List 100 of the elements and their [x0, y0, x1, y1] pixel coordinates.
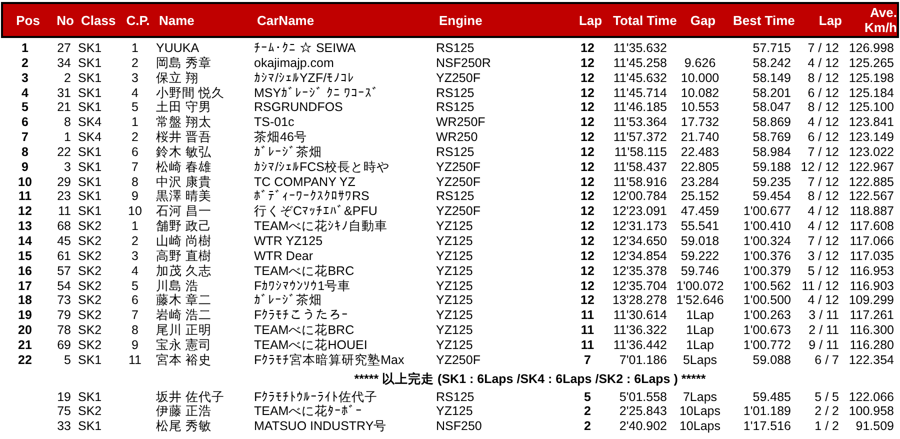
table-cell-text: SK1 [77, 41, 103, 56]
table-cell-text: 122.885 [848, 174, 895, 190]
table-cell-text: 21 [56, 100, 72, 116]
table-cell-text: 12'34.854 [611, 248, 668, 264]
table-cell-text: 6 / 7 [814, 352, 840, 368]
table-cell-text: SK1 [77, 100, 103, 116]
table-cell-text: 11 [128, 352, 142, 368]
table-cell-text: 川島 浩 [155, 278, 200, 294]
table-cell-text: 岡島 秀章 [155, 56, 212, 71]
table-cell-text: 7 [20, 130, 30, 145]
table-cell-text: RSGRUNDFOS [253, 100, 344, 116]
table-cell-text: 1'01.189 [742, 404, 792, 420]
table-cell-text: 5 [130, 278, 140, 294]
table-cell-text: 12'34.650 [611, 234, 668, 249]
table-cell-text: 8 [130, 323, 140, 338]
table-cell-text: 1'00.324 [742, 234, 792, 249]
table-cell-text: 12'31.173 [611, 219, 668, 234]
table-cell-text: 鈴木 敏弘 [155, 144, 212, 160]
table-cell-text: 12 [580, 160, 596, 175]
table-cell-text: RS125 [435, 144, 476, 160]
table-cell-text: 117.066 [848, 234, 895, 249]
table-cell-text: MSYｶﾞﾚｰｼﾞ ｸﾆ ﾜｺｰｽﾞ [253, 86, 380, 100]
table-cell-text: 47.459 [680, 204, 720, 220]
table-cell-text: 加茂 久志 [155, 264, 212, 278]
table-cell-text: Fｸﾗﾓﾁ宮本暗算研究塾Max [253, 352, 406, 368]
table-cell-text: 1 [130, 41, 140, 56]
table-cell-text: 1'00.263 [742, 308, 792, 324]
table-cell-text: 保立 翔 [155, 70, 200, 86]
table-cell-text: 59.188 [752, 160, 792, 175]
table-cell-text: 桜井 晋吾 [155, 130, 212, 145]
table-cell-text: 2 [130, 234, 140, 249]
table-cell-text: 31 [56, 86, 72, 100]
table-cell-text: 116.280 [848, 338, 895, 353]
table-cell-text: 125.100 [848, 100, 895, 116]
table-cell-text: 伊藤 正浩 [155, 404, 212, 420]
table-cell-text: 2 [130, 130, 140, 145]
table-cell-text: 3 [130, 248, 140, 264]
table-cell-text: 6 [130, 144, 140, 160]
table-cell-text: 4 / 12 [806, 219, 840, 234]
table-cell-text: 8 [63, 115, 72, 130]
table-cell-text: 20 [17, 323, 33, 338]
table-cell-text: 12 [580, 189, 596, 204]
table-cell-text: RS125 [435, 189, 476, 204]
table-cell-text: 6 [20, 115, 30, 130]
table-cell-text: 2 [63, 70, 72, 86]
table-cell-text: RS125 [435, 86, 476, 100]
table-cell-text: 8 / 12 [806, 189, 840, 204]
table-cell-text: 15 [17, 248, 33, 264]
table-cell-text: 12 [580, 248, 596, 264]
table-cell-text: 54 [56, 278, 72, 294]
table-cell-text: 12 [580, 41, 596, 56]
table-cell-text: 12 / 12 [800, 160, 840, 175]
table-cell-text: 19 [56, 390, 72, 404]
table-cell-text: 中沢 康貴 [155, 174, 212, 190]
table-cell-text: 122.567 [848, 189, 895, 204]
table-cell-text: YZ125 [435, 248, 474, 264]
table-cell-text: 14 [17, 234, 33, 249]
table-cell-text: 122.967 [848, 160, 895, 175]
table-cell-text: 1 [130, 219, 140, 234]
table-cell-text: 5 / 12 [806, 264, 840, 278]
table-cell-text: 12 [580, 278, 596, 294]
table-cell-text: 59.746 [680, 264, 720, 278]
table-cell-text: 8 [20, 144, 30, 160]
table-cell-text: 78 [56, 323, 72, 338]
table-cell-text: 1'00.500 [742, 293, 792, 308]
table-cell-text: 116.953 [848, 264, 895, 278]
table-cell-text: 7 [130, 308, 140, 324]
table-cell-text: 122.066 [848, 390, 895, 404]
table-cell-text: SK1 [77, 86, 103, 100]
table-cell-text: 91.509 [854, 419, 895, 434]
table-cell-text: 1'00.677 [742, 204, 792, 220]
table-cell-text: 7 / 12 [806, 41, 840, 56]
table-cell-text: 58.984 [752, 144, 792, 160]
table-cell-text: 10Laps [678, 404, 722, 420]
table-cell-text: 9.626 [683, 56, 717, 71]
table-cell-text: 58.869 [752, 115, 792, 130]
table-cell-text: 17 [17, 278, 33, 294]
table-cell-text: 2 [583, 404, 592, 420]
table-cell-text: 舗野 政己 [155, 219, 212, 234]
table-cell-text: 11'57.372 [612, 130, 668, 145]
table-cell-text: YZ125 [435, 278, 474, 294]
table-cell-text: 117.035 [848, 248, 895, 264]
table-cell-text: 123.149 [848, 130, 895, 145]
table-cell-text: 55.541 [680, 219, 720, 234]
table-cell-text: 19 [17, 308, 33, 324]
table-cell-text: 松尾 秀敏 [155, 419, 212, 434]
table-cell-text: 22.483 [680, 144, 720, 160]
column-header: Engine [438, 12, 484, 28]
table-cell-text: 125.265 [848, 56, 895, 71]
table-cell-text: WTR Dear [253, 248, 314, 264]
table-cell-text: 尾川 正明 [155, 323, 212, 338]
table-cell-text: 73 [56, 293, 72, 308]
table-cell-text: SK2 [77, 264, 103, 278]
table-cell-text: 33 [56, 419, 72, 434]
table-cell-text: 126.998 [848, 41, 895, 56]
table-cell-text: TEAMべに花HOUEI [253, 338, 368, 353]
table-cell-text: 12 [580, 130, 596, 145]
table-cell-text: 12 [580, 219, 596, 234]
table-cell-text: 11 [580, 323, 596, 338]
table-cell-text: 125.198 [848, 70, 895, 86]
